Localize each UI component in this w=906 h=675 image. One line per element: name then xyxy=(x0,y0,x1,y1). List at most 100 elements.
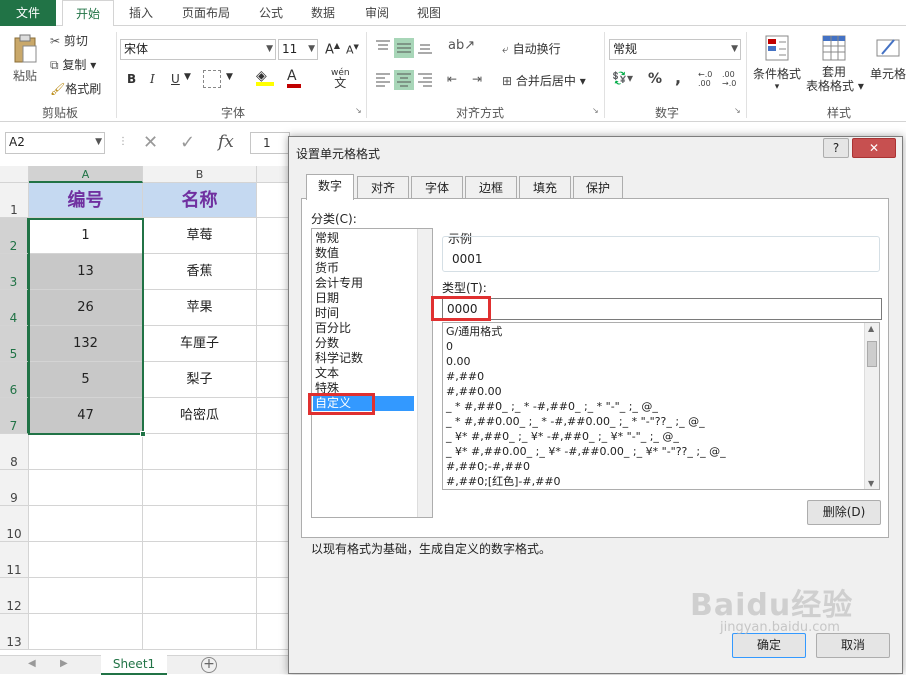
row-header[interactable]: 2 xyxy=(0,218,29,254)
currency-icon[interactable]: 💱▾ xyxy=(612,71,633,85)
underline-button[interactable]: U xyxy=(171,72,180,86)
empty-cell[interactable] xyxy=(257,614,289,650)
wrap-text-button[interactable]: ⤶ 自动换行 xyxy=(502,40,561,57)
cell-id[interactable]: 47 xyxy=(29,398,143,434)
category-item[interactable]: 数值 xyxy=(315,246,339,261)
empty-cell[interactable] xyxy=(29,470,143,506)
cut-button[interactable]: ✂ 剪切 xyxy=(50,32,88,49)
cell-name[interactable]: 草莓 xyxy=(143,218,257,254)
cell-styles-button[interactable]: 单元格 xyxy=(866,34,906,82)
empty-cell[interactable] xyxy=(29,506,143,542)
decrease-indent-icon[interactable]: ⇤ xyxy=(447,72,457,86)
empty-cell[interactable] xyxy=(143,578,257,614)
cell-id[interactable]: 132 xyxy=(29,326,143,362)
type-input[interactable]: 0000 xyxy=(442,298,882,320)
format-item[interactable]: #,##0 xyxy=(446,369,484,384)
row-header[interactable]: 8 xyxy=(0,434,29,470)
merge-center-button[interactable]: ⊞ 合并后居中 ▾ xyxy=(502,72,586,89)
tab-view[interactable]: 视图 xyxy=(406,0,452,26)
scroll-left-icon[interactable]: ◀ xyxy=(28,658,36,669)
dialog-launcher-icon[interactable]: ↘ xyxy=(355,106,362,115)
empty-cell[interactable] xyxy=(143,470,257,506)
tab-formulas[interactable]: 公式 xyxy=(248,0,294,26)
scroll-thumb[interactable] xyxy=(867,341,877,367)
category-scrollbar[interactable] xyxy=(417,229,432,517)
align-top-icon[interactable] xyxy=(374,38,392,58)
tab-review[interactable]: 审阅 xyxy=(354,0,400,26)
row-header[interactable]: 12 xyxy=(0,578,29,614)
cancel-button[interactable]: 取消 xyxy=(816,633,890,658)
orientation-icon[interactable]: ab↗ xyxy=(448,38,475,53)
column-header-c[interactable] xyxy=(257,166,289,183)
category-item[interactable]: 科学记数 xyxy=(315,351,363,366)
dialog-launcher-icon[interactable]: ↘ xyxy=(592,106,599,115)
empty-cell[interactable] xyxy=(257,183,289,218)
tab-insert[interactable]: 插入 xyxy=(118,0,164,26)
empty-cell[interactable] xyxy=(257,290,289,326)
scroll-down-icon[interactable]: ▼ xyxy=(868,479,874,488)
cell-id[interactable]: 1 xyxy=(29,218,143,254)
empty-cell[interactable] xyxy=(257,506,289,542)
row-header[interactable]: 5 xyxy=(0,326,29,362)
align-left-icon[interactable] xyxy=(374,70,392,90)
format-item[interactable]: 0.00 xyxy=(446,354,471,369)
empty-cell[interactable] xyxy=(143,614,257,650)
help-button[interactable]: ? xyxy=(823,138,849,158)
scroll-up-icon[interactable]: ▲ xyxy=(868,324,874,333)
empty-cell[interactable] xyxy=(257,254,289,290)
cell-id[interactable]: 5 xyxy=(29,362,143,398)
percent-button[interactable]: % xyxy=(648,71,662,87)
formula-input[interactable]: 1 xyxy=(250,132,290,154)
category-item[interactable]: 自定义 xyxy=(315,396,351,411)
font-name-select[interactable]: 宋体 ▼ xyxy=(120,39,276,60)
empty-cell[interactable] xyxy=(143,542,257,578)
category-item[interactable]: 常规 xyxy=(315,231,339,246)
chevron-down-icon[interactable]: ▼ xyxy=(184,72,191,82)
align-middle-icon[interactable] xyxy=(394,38,414,58)
empty-cell[interactable] xyxy=(257,362,289,398)
format-item[interactable]: _ ¥* #,##0.00_ ;_ ¥* -#,##0.00_ ;_ ¥* "-… xyxy=(446,444,726,459)
category-item[interactable]: 货币 xyxy=(315,261,339,276)
dialog-tab-border[interactable]: 边框 xyxy=(465,176,517,198)
copy-button[interactable]: ⧉ 复制 ▾ xyxy=(50,56,96,73)
format-item[interactable]: #,##0;[红色]-#,##0 xyxy=(446,474,561,489)
empty-cell[interactable] xyxy=(257,326,289,362)
tab-data[interactable]: 数据 xyxy=(300,0,346,26)
align-bottom-icon[interactable] xyxy=(416,38,434,58)
format-item[interactable]: _ ¥* #,##0_ ;_ ¥* -#,##0_ ;_ ¥* "-"_ ;_ … xyxy=(446,429,679,444)
row-header[interactable]: 1 xyxy=(0,183,29,218)
dialog-tab-alignment[interactable]: 对齐 xyxy=(357,176,409,198)
cancel-icon[interactable]: ✕ xyxy=(143,132,158,153)
tab-page-layout[interactable]: 页面布局 xyxy=(168,0,244,26)
dialog-tab-protection[interactable]: 保护 xyxy=(573,176,623,198)
format-item[interactable]: G/通用格式 xyxy=(446,324,502,339)
column-header-b[interactable]: B xyxy=(143,166,257,183)
format-item[interactable]: _ * #,##0_ ;_ * -#,##0_ ;_ * "-"_ ;_ @_ xyxy=(446,399,658,414)
bold-button[interactable]: B xyxy=(127,72,136,86)
format-painter-button[interactable]: 🖌格式刷 xyxy=(50,80,101,97)
scroll-right-icon[interactable]: ▶ xyxy=(60,658,68,669)
align-center-icon[interactable] xyxy=(394,70,414,90)
cell-name[interactable]: 哈密瓜 xyxy=(143,398,257,434)
tab-home[interactable]: 开始 xyxy=(62,0,114,27)
tab-file[interactable]: 文件 xyxy=(0,0,56,26)
cell-id[interactable]: 13 xyxy=(29,254,143,290)
italic-button[interactable]: I xyxy=(150,72,155,86)
format-as-table-button[interactable]: 套用 表格格式 ▾ xyxy=(806,34,864,93)
enter-icon[interactable]: ✓ xyxy=(180,132,195,153)
row-header[interactable]: 10 xyxy=(0,506,29,542)
select-all-corner[interactable] xyxy=(0,166,29,183)
row-header[interactable]: 11 xyxy=(0,542,29,578)
dialog-tab-number[interactable]: 数字 xyxy=(306,174,354,200)
empty-cell[interactable] xyxy=(257,542,289,578)
empty-cell[interactable] xyxy=(29,434,143,470)
category-item[interactable]: 会计专用 xyxy=(315,276,363,291)
category-item[interactable]: 百分比 xyxy=(315,321,351,336)
decrease-decimal-icon[interactable]: .00 →.0 xyxy=(722,70,736,88)
empty-cell[interactable] xyxy=(257,398,289,434)
dialog-tab-font[interactable]: 字体 xyxy=(411,176,463,198)
dialog-launcher-icon[interactable]: ↘ xyxy=(734,106,741,115)
row-header[interactable]: 13 xyxy=(0,614,29,650)
shrink-font-button[interactable]: A▼ xyxy=(346,43,359,57)
grow-font-button[interactable]: A▲ xyxy=(325,41,340,57)
